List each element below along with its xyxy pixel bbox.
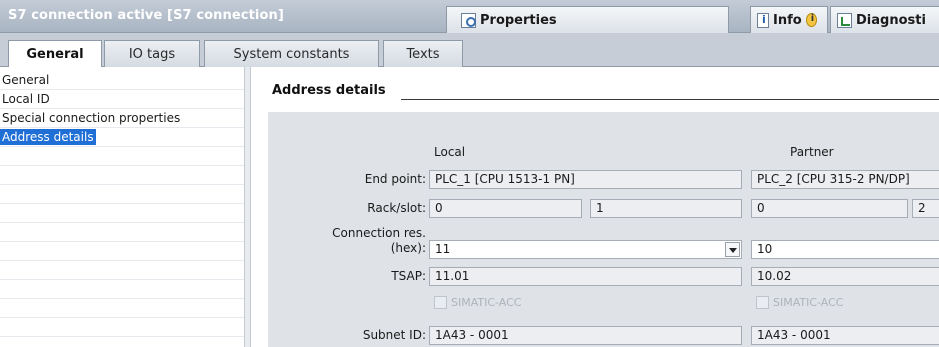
column-header-partner: Partner <box>790 145 834 159</box>
partner-connection-res-field[interactable]: 10 <box>751 240 939 259</box>
info-icon <box>757 12 770 28</box>
partner-simatic-acc-checkbox[interactable]: SIMATIC-ACC <box>756 296 843 309</box>
local-slot-field[interactable]: 1 <box>590 199 742 218</box>
properties-icon <box>461 12 476 28</box>
partner-subnet-id-field[interactable]: 1A43 - 0001 <box>751 326 939 345</box>
tab-system-constants[interactable]: System constants <box>204 40 379 67</box>
nav-item-label: General <box>2 73 50 87</box>
tab-properties[interactable]: Properties <box>446 6 729 33</box>
tab-info[interactable]: Info <box>750 6 828 33</box>
nav-empty-row <box>0 185 244 204</box>
local-tsap-field[interactable]: 11.01 <box>429 267 742 286</box>
tab-diagnostics-label: Diagnosti <box>856 12 926 28</box>
tab-io-tags[interactable]: IO tags <box>104 40 200 67</box>
local-simatic-acc-label: SIMATIC-ACC <box>451 296 522 309</box>
diagnostics-icon <box>837 12 852 28</box>
partner-end-point-field[interactable]: PLC_2 [CPU 315-2 PN/DP] <box>751 170 939 189</box>
nav-item-label: Address details <box>0 129 96 145</box>
tab-texts[interactable]: Texts <box>383 40 463 67</box>
nav-item-label: Special connection properties <box>2 111 181 125</box>
tab-properties-label: Properties <box>480 12 557 28</box>
nav-empty-row <box>0 204 244 223</box>
address-details-content: Address details Local Partner End point:… <box>251 67 939 347</box>
nav-empty-row <box>0 318 244 337</box>
local-rack-field[interactable]: 0 <box>429 199 582 218</box>
nav-empty-row <box>0 261 244 280</box>
nav-item-special-connection-properties[interactable]: Special connection properties <box>0 109 244 128</box>
local-subnet-id-field[interactable]: 1A43 - 0001 <box>429 326 742 345</box>
info-badge-icon <box>805 13 817 27</box>
address-details-panel: Local Partner End point: PLC_1 [CPU 1513… <box>268 112 939 347</box>
chevron-down-icon[interactable] <box>725 242 740 257</box>
section-tab-bar: General IO tags System constants Texts <box>0 33 939 68</box>
section-title: Address details <box>272 83 386 98</box>
nav-empty-row <box>0 223 244 242</box>
connection-res-label-line2: (hex): <box>390 241 426 255</box>
left-navigation: General Local ID Special connection prop… <box>0 67 244 347</box>
section-divider <box>401 99 939 100</box>
tab-diagnostics[interactable]: Diagnosti <box>830 6 939 33</box>
local-connection-res-select[interactable]: 11 <box>429 240 742 259</box>
nav-item-label: Local ID <box>2 92 50 106</box>
local-simatic-acc-checkbox[interactable]: SIMATIC-ACC <box>434 296 521 309</box>
partner-slot-field[interactable]: 2 <box>912 199 939 218</box>
nav-empty-row <box>0 299 244 318</box>
nav-item-local-id[interactable]: Local ID <box>0 90 244 109</box>
nav-empty-row <box>0 280 244 299</box>
subnet-id-label: Subnet ID: <box>362 328 426 342</box>
connection-res-label: Connection res. (hex): <box>308 226 426 256</box>
partner-tsap-field[interactable]: 10.02 <box>751 267 939 286</box>
nav-empty-row <box>0 147 244 166</box>
tab-info-label: Info <box>773 12 802 28</box>
end-point-label: End point: <box>364 172 426 186</box>
checkbox-box <box>434 296 447 309</box>
partner-simatic-acc-label: SIMATIC-ACC <box>773 296 844 309</box>
tsap-label: TSAP: <box>391 269 426 283</box>
pane-splitter[interactable] <box>244 67 251 347</box>
checkbox-box <box>756 296 769 309</box>
nav-empty-row <box>0 166 244 185</box>
nav-item-address-details[interactable]: Address details <box>0 128 244 147</box>
local-end-point-field[interactable]: PLC_1 [CPU 1513-1 PN] <box>429 170 742 189</box>
inspector-title: S7 connection active [S7 connection] <box>8 8 284 23</box>
rack-slot-label: Rack/slot: <box>367 201 426 215</box>
nav-empty-row <box>0 242 244 261</box>
partner-rack-field[interactable]: 0 <box>751 199 908 218</box>
tab-general[interactable]: General <box>8 40 102 68</box>
connection-res-label-line1: Connection res. <box>332 226 426 240</box>
column-header-local: Local <box>434 145 466 159</box>
nav-item-general[interactable]: General <box>0 71 244 90</box>
inspector-titlebar: S7 connection active [S7 connection] Pro… <box>0 0 939 33</box>
